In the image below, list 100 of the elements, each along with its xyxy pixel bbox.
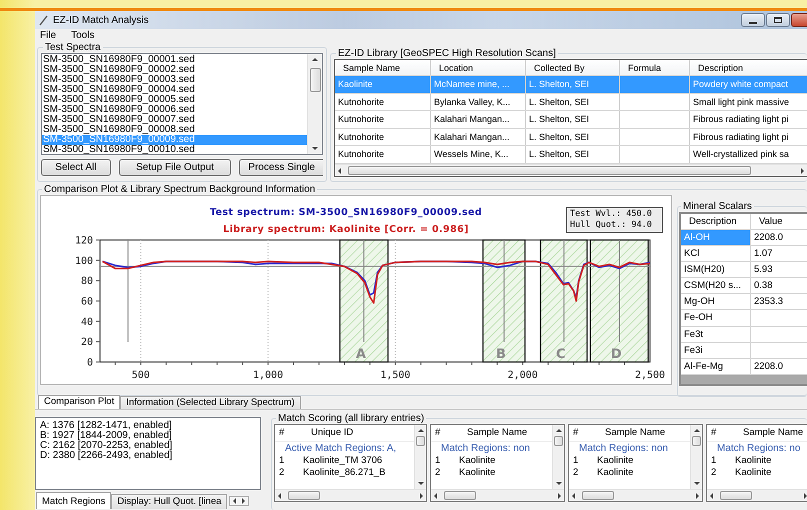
table-cell-text: 2 — [572, 467, 580, 479]
scrollbar[interactable] — [690, 425, 702, 489]
table-cell: CSM(H20 s... — [681, 278, 751, 294]
close-button[interactable] — [791, 13, 807, 27]
list-item[interactable]: SM-3500_SN16980F9_00010.sed — [42, 145, 307, 155]
group-label: Comparison Plot & Library Spectrum Background Information — [43, 184, 316, 195]
tab[interactable]: Display: Hull Quot. [linea — [111, 494, 228, 509]
table-cell: Kutnohorite — [335, 146, 431, 162]
menu-item[interactable]: File — [40, 30, 56, 41]
column-header[interactable]: Sample Name — [335, 60, 431, 75]
axis-tick-label: 0 — [86, 358, 93, 368]
tab[interactable]: Comparison Plot — [38, 395, 120, 409]
region-entry[interactable]: C: 2162 [2070-2253, enabled] — [40, 441, 256, 451]
table-row[interactable]: CSM(H20 s... 0.38 — [681, 278, 807, 294]
column-header[interactable]: Formula — [620, 60, 690, 75]
column-header[interactable]: Sample Name — [459, 427, 552, 439]
tab-scroll-buttons[interactable] — [229, 496, 250, 506]
column-header[interactable]: Value — [751, 214, 807, 229]
list-item[interactable]: SM-3500_SN16980F9_00001.sed — [42, 55, 307, 65]
table-cell-text: 2 — [278, 467, 286, 479]
tab[interactable]: Match Regions — [36, 492, 112, 509]
region-entry[interactable]: D: 2380 [2266-2493, enabled] — [40, 451, 256, 461]
table-row[interactable]: Fe3i — [681, 342, 807, 359]
region-entry[interactable]: B: 1927 [1844-2009, enabled] — [40, 431, 256, 441]
scrollbar[interactable] — [569, 489, 702, 501]
table-cell-text: Kaolinite — [597, 467, 634, 479]
table-cell: KCl — [681, 246, 751, 262]
column-header[interactable]: Sample Name — [735, 427, 807, 439]
column-header[interactable]: Description — [690, 60, 807, 75]
list-item[interactable]: SM-3500_SN16980F9_00006.sed — [42, 105, 307, 115]
group-label: Test Spectra — [44, 42, 102, 53]
action-button[interactable]: Select All — [41, 159, 111, 176]
group-row-label: Match Regions: non — [578, 442, 669, 455]
list-item[interactable]: SM-3500_SN16980F9_00007.sed — [42, 115, 307, 125]
menu-item[interactable]: Tools — [71, 30, 94, 41]
table-row[interactable]: Kutnohorite Bylanka Valley, K... L. Shelton, SEI Small light pink massive — [335, 94, 807, 111]
table-cell-text: 1.07 — [753, 247, 774, 262]
table-cell: Kutnohorite — [335, 111, 431, 128]
axis-tick-label: 20 — [80, 337, 93, 348]
table-row[interactable]: KCl 1.07 — [681, 246, 807, 262]
list-item[interactable]: SM-3500_SN16980F9_00002.sed — [42, 65, 307, 75]
action-button[interactable]: Setup File Output — [118, 159, 232, 176]
region-entry[interactable]: A: 1376 [1282-1471, enabled] — [40, 421, 256, 431]
action-button[interactable]: Process Single — [239, 159, 323, 176]
table-cell: Kaolinite — [335, 76, 431, 92]
table-cell-text: 1 — [710, 455, 718, 467]
table-cell-text: 1 — [572, 455, 580, 467]
table-cell-text: Fibrous radiating light pi — [692, 130, 790, 144]
column-header[interactable]: Collected By — [526, 60, 620, 75]
table-row[interactable]: Al-Fe-Mg 2208.0 — [681, 358, 807, 375]
axis-tick-label: 1,500 — [380, 370, 410, 381]
column-header[interactable]: # — [569, 427, 597, 439]
band-label: C — [556, 347, 566, 362]
table-row[interactable]: Kutnohorite Kalahari Mangan... L. Shelton, SEI Fibrous radiating light pi — [335, 111, 807, 128]
table-cell: Mg-OH — [681, 294, 751, 310]
table-cell-text: Kaolinite — [735, 467, 772, 479]
table-cell-text: 2 — [434, 467, 442, 479]
scrollbar[interactable] — [275, 489, 426, 501]
table-cell: McNamee mine, ... — [431, 76, 526, 92]
axis-tick-label: 100 — [74, 256, 93, 267]
table-row[interactable]: Fe-OH — [681, 310, 807, 327]
table-cell-text: 2353.3 — [753, 295, 784, 310]
scrollbar[interactable] — [414, 425, 426, 489]
table-row[interactable]: Fe3t — [681, 326, 807, 343]
column-header[interactable]: Location — [431, 60, 526, 75]
scrollbar[interactable] — [707, 489, 807, 501]
column-header[interactable]: # — [707, 427, 735, 439]
tab[interactable]: Information (Selected Library Spectrum) — [120, 396, 301, 409]
table-cell: L. Shelton, SEI — [526, 76, 620, 92]
table-cell: Kutnohorite — [335, 128, 431, 145]
scrollbar[interactable] — [552, 425, 564, 489]
readout-text: Test Wvl.: 450.0 — [570, 209, 653, 220]
list-item[interactable]: SM-3500_SN16980F9_00005.sed — [42, 95, 307, 105]
scrollbar[interactable] — [335, 164, 807, 176]
maximize-button[interactable] — [766, 13, 790, 27]
column-header[interactable]: # — [275, 427, 303, 439]
group-row-label: Active Match Regions: A, — [284, 442, 398, 455]
column-header[interactable]: Unique ID — [303, 427, 414, 439]
minimize-button[interactable] — [741, 13, 765, 27]
table-cell-text: Kaolinite_TM 3706 — [303, 455, 384, 467]
list-item[interactable]: SM-3500_SN16980F9_00008.sed — [42, 125, 307, 135]
scrollbar[interactable] — [307, 54, 322, 154]
column-header[interactable]: # — [431, 427, 459, 439]
table-cell: Fe3t — [681, 326, 751, 342]
group-label: EZ-ID Library [GeoSPEC High Resolution Scans] — [337, 48, 557, 59]
chart-subtitle: Library spectrum: Kaolinite [Corr. = 0.986] — [222, 224, 470, 235]
column-header[interactable]: Description — [681, 214, 751, 229]
list-item[interactable]: SM-3500_SN16980F9_00003.sed — [42, 75, 307, 85]
axis-tick-label: 500 — [132, 370, 150, 381]
scrollbar[interactable] — [431, 489, 564, 501]
column-header[interactable]: Sample Name — [597, 427, 690, 439]
list-item[interactable]: SM-3500_SN16980F9_00004.sed — [42, 85, 307, 95]
axis-tick-label: 80 — [80, 276, 93, 288]
axis-tick-label: 2,500 — [634, 370, 666, 381]
table-row[interactable]: Al-OH 2208.0 — [681, 230, 807, 246]
table-cell: ISM(H20) — [681, 262, 751, 278]
table-row[interactable]: Kutnohorite Kalahari Mangan... L. Shelton, SEI Fibrous radiating light pi — [335, 128, 807, 146]
table-row[interactable]: Mg-OH 2353.3 — [681, 294, 807, 310]
table-cell-text: 5.93 — [753, 263, 774, 278]
table-row[interactable]: ISM(H20) 5.93 — [681, 262, 807, 278]
